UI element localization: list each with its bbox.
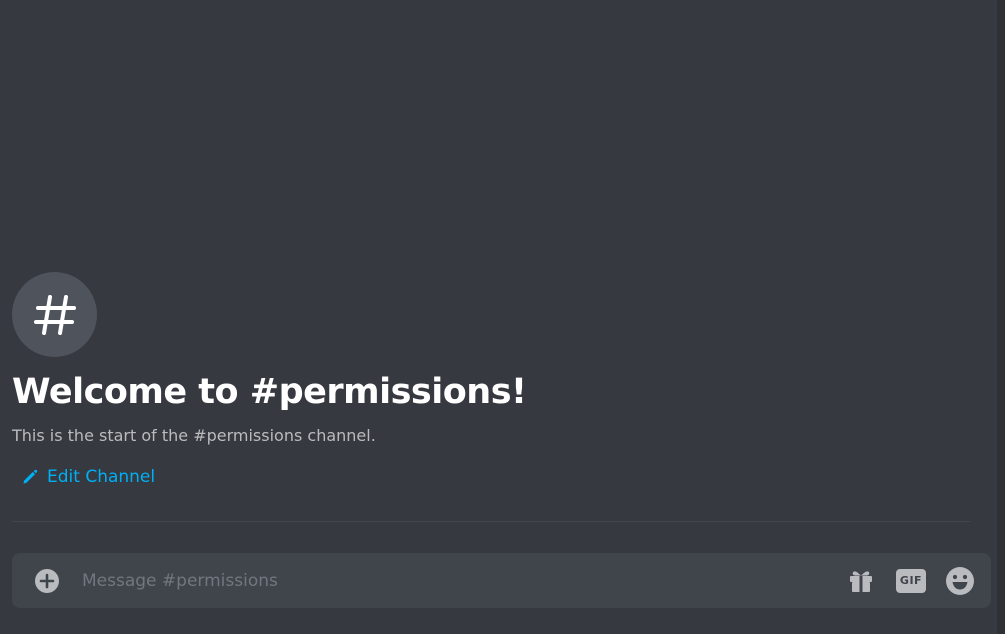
gif-label: GIF [896, 568, 926, 593]
attach-button[interactable] [34, 568, 60, 594]
gift-button[interactable] [844, 553, 878, 608]
welcome-subtitle: This is the start of the #permissions ch… [12, 426, 376, 445]
gif-button[interactable]: GIF [894, 553, 928, 608]
edit-channel-button[interactable]: Edit Channel [22, 466, 155, 488]
edit-channel-label: Edit Channel [47, 467, 156, 487]
plus-circle-icon [35, 569, 59, 593]
hashtag-icon [33, 294, 76, 335]
scrollbar-track[interactable] [997, 0, 1005, 634]
pencil-icon [23, 469, 38, 484]
chat-area: Welcome to #permissions! This is the sta… [0, 0, 1005, 634]
gift-icon [850, 570, 872, 592]
channel-welcome: Welcome to #permissions! This is the sta… [12, 272, 972, 489]
message-divider [12, 521, 971, 522]
channel-avatar [12, 272, 97, 357]
welcome-title: Welcome to #permissions! [12, 372, 527, 412]
smiley-icon [946, 566, 974, 595]
emoji-button[interactable] [942, 553, 978, 608]
message-composer: GIF [12, 553, 991, 608]
message-input[interactable] [82, 553, 822, 608]
